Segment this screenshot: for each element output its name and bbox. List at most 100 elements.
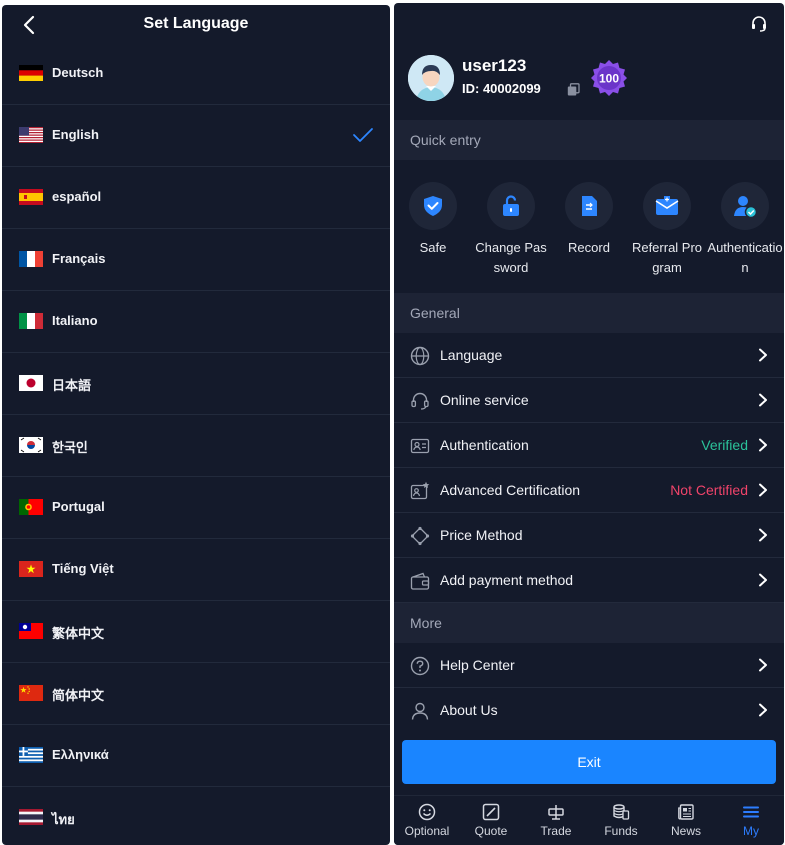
menu-add-payment-method[interactable]: Add payment method xyxy=(394,558,784,603)
language-panel: Set Language Deutsch English español Fra… xyxy=(2,5,390,845)
language-label: Français xyxy=(52,251,106,266)
quick-authentication[interactable]: Authentication xyxy=(707,182,783,278)
menu-label: Help Center xyxy=(440,657,515,673)
envelope-icon xyxy=(643,182,691,230)
chevron-right-icon xyxy=(759,703,767,717)
language-item-espanol[interactable]: español xyxy=(2,167,390,229)
language-item-deutsch[interactable]: Deutsch xyxy=(2,43,390,105)
general-header: General xyxy=(394,293,784,333)
quick-label: Referral Program xyxy=(631,240,703,275)
menu-label: Add payment method xyxy=(440,572,574,588)
language-label: Tiếng Việt xyxy=(52,561,114,576)
tab-quote[interactable]: Quote xyxy=(459,803,523,838)
quick-change-password[interactable]: Change Password xyxy=(473,182,549,278)
flag-gr-icon xyxy=(19,747,43,763)
language-label: 简体中文 xyxy=(52,688,105,703)
vip-badge: 100 xyxy=(590,59,628,99)
quick-label: Safe xyxy=(419,240,447,255)
document-icon xyxy=(565,182,613,230)
diamond-icon xyxy=(410,526,430,546)
tab-label: Funds xyxy=(604,824,638,838)
wallet-icon xyxy=(410,572,430,590)
flag-tw-icon xyxy=(19,623,43,639)
page-title: Set Language xyxy=(143,15,249,32)
quick-record[interactable]: Record xyxy=(551,182,627,258)
language-label: Italiano xyxy=(52,313,98,328)
globe-icon xyxy=(410,346,430,366)
tab-news[interactable]: News xyxy=(654,803,718,838)
tab-label: Quote xyxy=(474,824,508,838)
vip-level-text: 100 xyxy=(599,72,619,86)
chevron-right-icon xyxy=(759,573,767,587)
language-item-italiano[interactable]: Italiano xyxy=(2,291,390,353)
flag-it-icon xyxy=(19,313,43,329)
language-label: English xyxy=(52,127,99,142)
flag-de-icon xyxy=(19,65,43,81)
quick-entry-grid: Safe Change Password Record Referral Pro… xyxy=(394,160,784,293)
menu-authentication[interactable]: Authentication Verified xyxy=(394,423,784,468)
flag-fr-icon xyxy=(19,251,43,267)
menu-price-method[interactable]: Price Method xyxy=(394,513,784,558)
menu-about-us[interactable]: About Us xyxy=(394,688,784,733)
not-certified-status: Not Certified xyxy=(670,482,748,498)
chevron-right-icon xyxy=(759,393,767,407)
tab-label: News xyxy=(670,824,701,838)
tab-funds[interactable]: Funds xyxy=(589,803,653,838)
quick-safe[interactable]: Safe xyxy=(395,182,471,258)
menu-label: Language xyxy=(440,347,503,363)
menu-label: Advanced Certification xyxy=(440,482,581,498)
language-item-thai[interactable]: ไทย xyxy=(2,787,390,845)
menu-label: Online service xyxy=(440,392,529,408)
flag-es-icon xyxy=(19,189,43,205)
menu-help-center[interactable]: Help Center xyxy=(394,643,784,688)
tab-my[interactable]: My xyxy=(719,803,783,838)
more-header: More xyxy=(394,603,784,643)
id-star-icon xyxy=(410,481,430,500)
tab-label: Trade xyxy=(540,824,572,838)
tab-optional[interactable]: Optional xyxy=(395,803,459,838)
menu-label: Authentication xyxy=(440,437,529,453)
bottom-tab-bar: Optional Quote Trade Funds News My xyxy=(394,795,784,845)
language-item-traditional-chinese[interactable]: 繁体中文 xyxy=(2,601,390,663)
tab-trade[interactable]: Trade xyxy=(524,803,588,838)
chevron-right-icon xyxy=(759,658,767,672)
menu-online-service[interactable]: Online service xyxy=(394,378,784,423)
menu-advanced-certification[interactable]: Advanced Certification Not Certified xyxy=(394,468,784,513)
language-item-simplified-chinese[interactable]: 简体中文 xyxy=(2,663,390,725)
language-item-francais[interactable]: Français xyxy=(2,229,390,291)
language-item-japanese[interactable]: 日本語 xyxy=(2,353,390,415)
shield-check-icon xyxy=(409,182,457,230)
chevron-right-icon xyxy=(759,483,767,497)
flag-cn-icon xyxy=(19,685,43,701)
language-item-vietnamese[interactable]: Tiếng Việt xyxy=(2,539,390,601)
menu-language[interactable]: Language xyxy=(394,333,784,378)
avatar[interactable] xyxy=(408,55,454,101)
chevron-right-icon xyxy=(759,348,767,362)
user-id: ID: 40002099 xyxy=(462,81,541,96)
user-verified-icon xyxy=(721,182,769,230)
language-item-greek[interactable]: Ελληνικά xyxy=(2,725,390,787)
headset-support-icon[interactable] xyxy=(750,15,768,33)
copy-icon[interactable] xyxy=(567,83,580,96)
quick-entry-header: Quick entry xyxy=(394,120,784,160)
flag-vn-icon xyxy=(19,561,43,577)
quick-label: Record xyxy=(568,240,610,255)
language-label: 한국인 xyxy=(52,440,88,455)
newspaper-icon xyxy=(678,804,694,820)
quick-referral[interactable]: Referral Program xyxy=(629,182,705,278)
id-card-icon xyxy=(410,438,430,454)
coins-icon xyxy=(613,804,630,820)
tab-label: Optional xyxy=(404,824,450,838)
language-item-korean[interactable]: 한국인 xyxy=(2,415,390,477)
menu-lines-icon xyxy=(743,806,759,818)
language-item-english[interactable]: English xyxy=(2,105,390,167)
flag-pt-icon xyxy=(19,499,43,515)
exit-button[interactable]: Exit xyxy=(402,740,776,784)
chart-slash-icon xyxy=(482,803,500,821)
flag-th-icon xyxy=(19,809,43,825)
unlock-icon xyxy=(487,182,535,230)
language-label: 日本語 xyxy=(52,378,92,393)
language-item-portugal[interactable]: Portugal xyxy=(2,477,390,539)
tab-label: My xyxy=(743,824,759,838)
profile-panel: user123 ID: 40002099 100 Quick entry Saf… xyxy=(394,3,784,845)
